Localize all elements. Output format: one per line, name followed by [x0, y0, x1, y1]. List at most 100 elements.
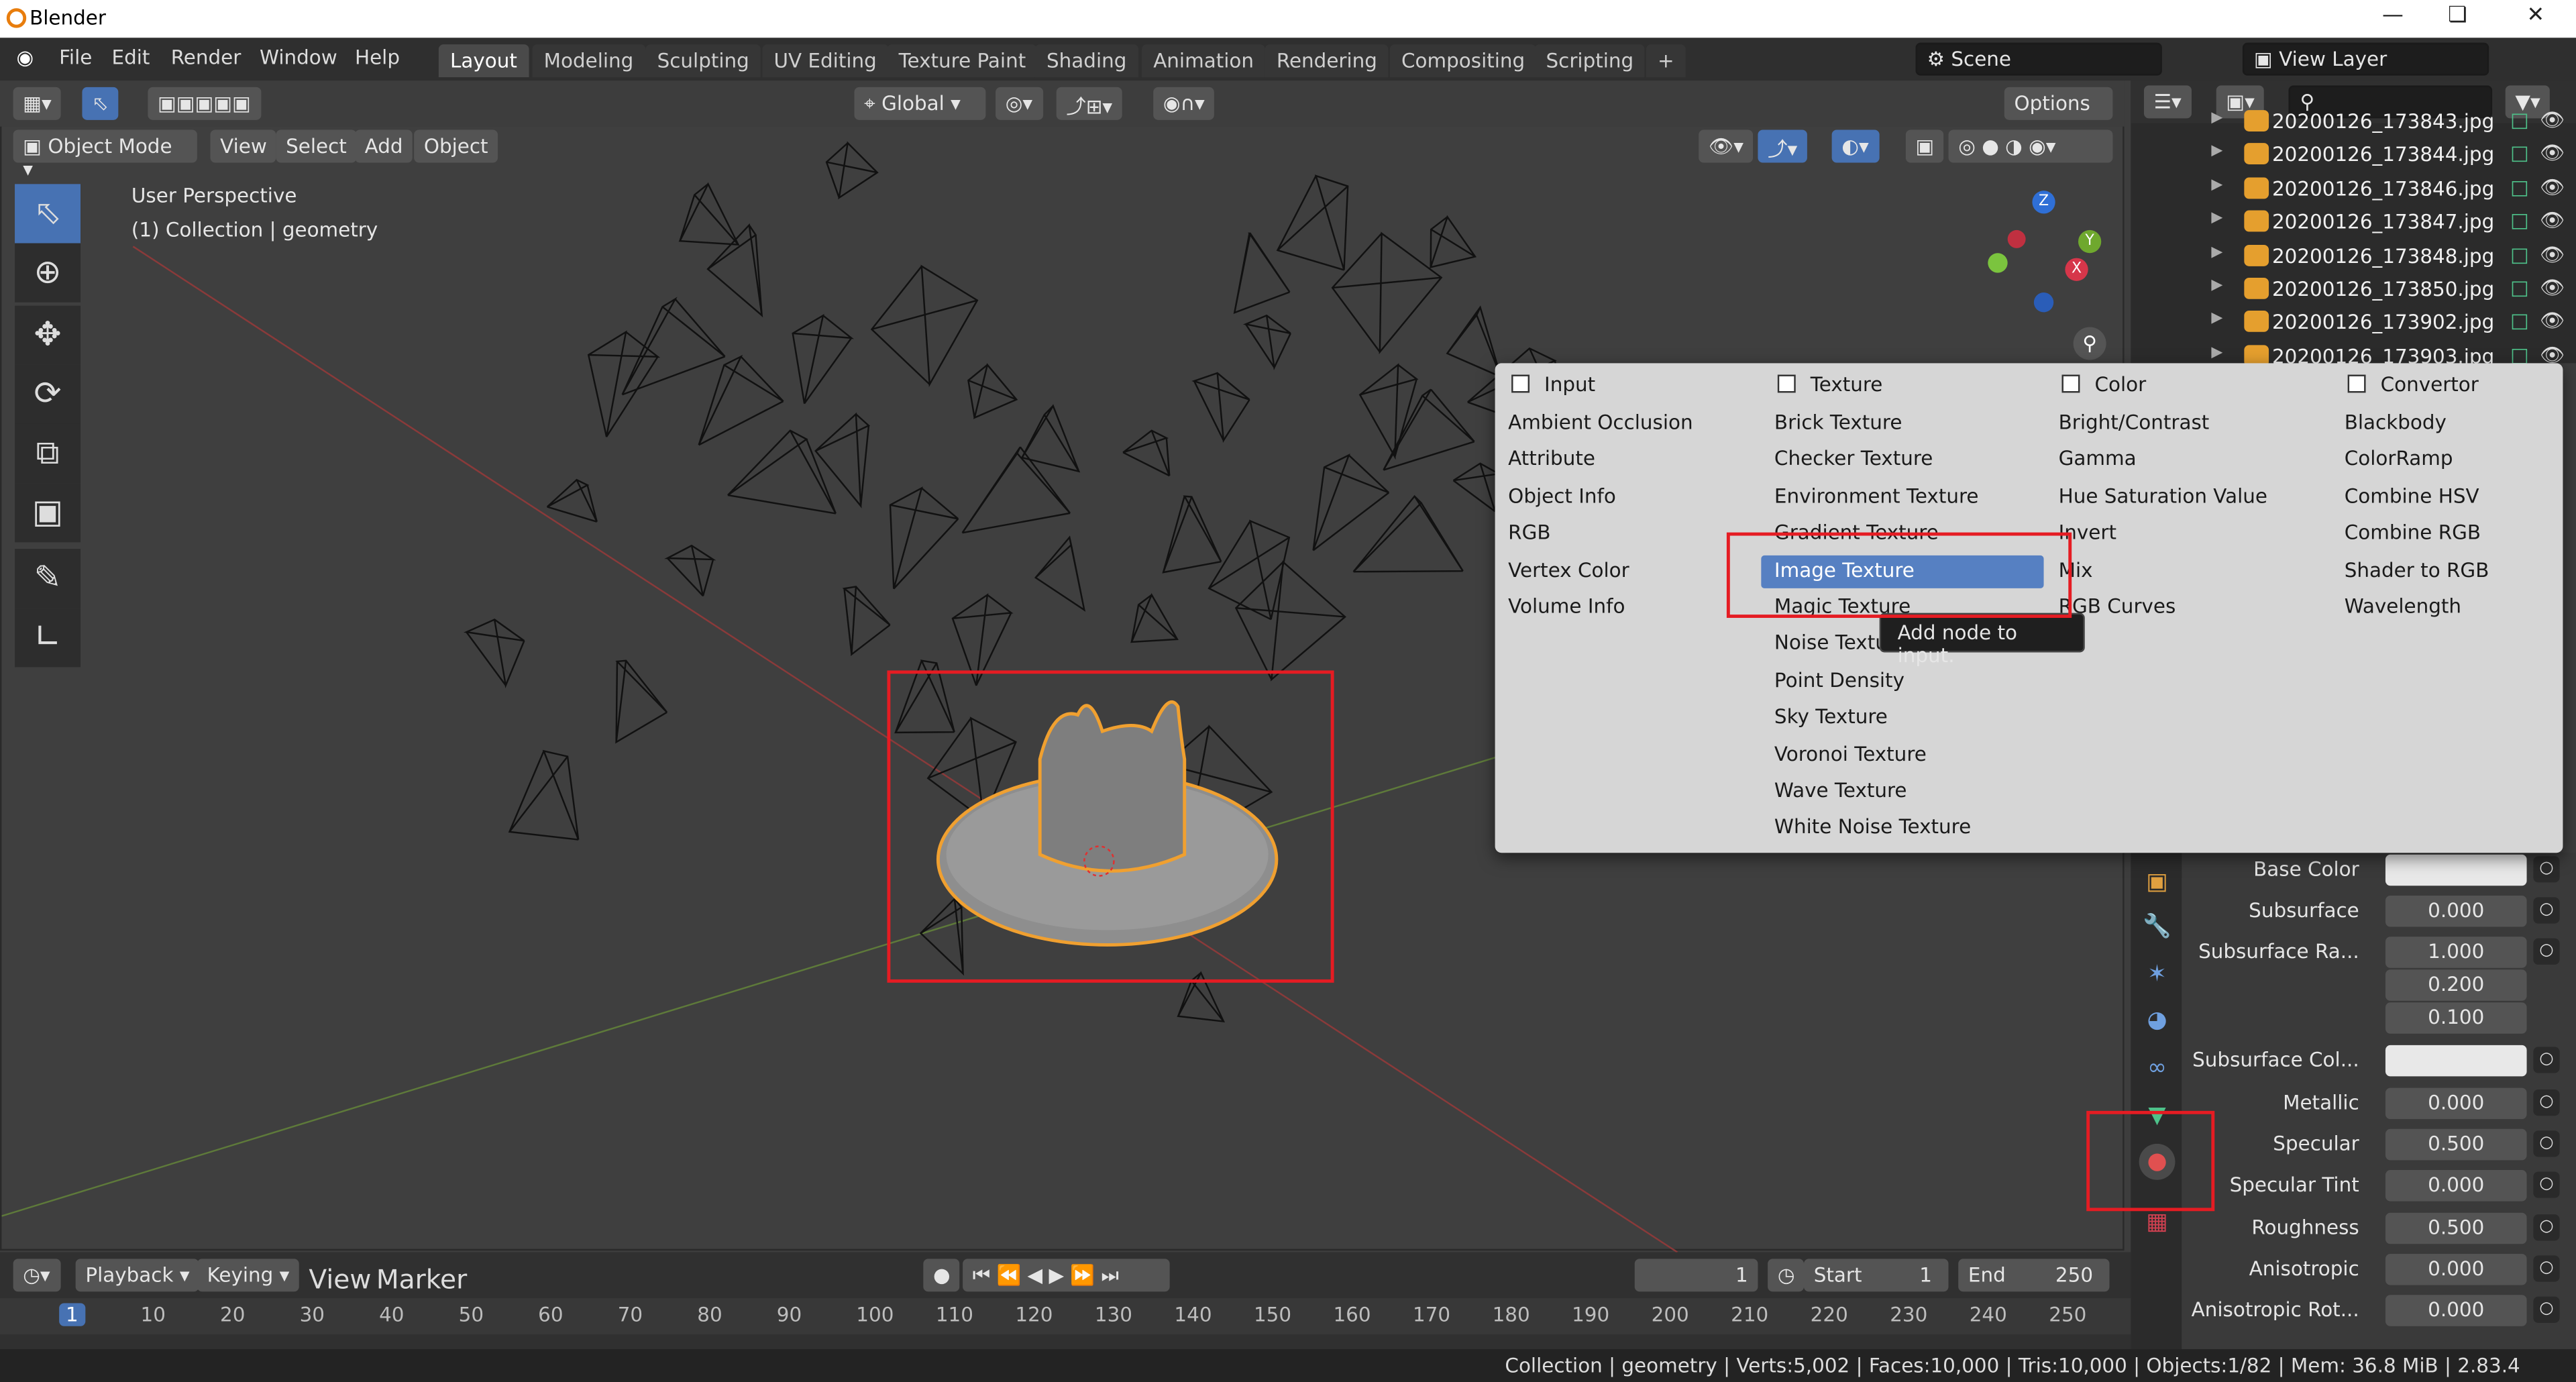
expand-arrow-icon[interactable]: ▶: [2211, 278, 2222, 294]
tab-scripting[interactable]: Scripting: [1534, 44, 1646, 78]
tab-modeling[interactable]: Modeling: [532, 44, 645, 78]
expand-arrow-icon[interactable]: ▶: [2211, 177, 2222, 193]
link-socket-icon[interactable]: ○: [2533, 1130, 2560, 1157]
menu-item[interactable]: Point Density: [1761, 666, 2043, 698]
mode-dropdown[interactable]: ▣ Object Mode ▾: [13, 129, 197, 180]
physics-properties-icon[interactable]: ◕: [2139, 1002, 2176, 1039]
menu-item[interactable]: Attribute: [1495, 444, 1778, 477]
menu-select[interactable]: Select: [276, 129, 357, 163]
end-frame-field[interactable]: End 250: [1958, 1259, 2110, 1292]
expand-arrow-icon[interactable]: ▶: [2211, 144, 2222, 160]
expand-arrow-icon[interactable]: ▶: [2211, 311, 2222, 327]
property-value-field[interactable]: 1.000: [2385, 937, 2527, 968]
link-socket-icon[interactable]: ○: [2533, 938, 2560, 965]
annotate-tool-icon[interactable]: ✎: [15, 549, 81, 608]
property-value-field[interactable]: [2385, 1045, 2527, 1077]
transform-orientation-dropdown[interactable]: ⌖ Global ▾: [854, 87, 986, 120]
link-socket-icon[interactable]: ○: [2533, 1089, 2560, 1116]
visibility-eye-icon[interactable]: 👁: [2540, 243, 2565, 266]
expand-arrow-icon[interactable]: ▶: [2211, 345, 2222, 361]
gizmo-y-axis[interactable]: Y: [2078, 229, 2102, 254]
link-socket-icon[interactable]: ○: [2533, 897, 2560, 924]
outliner-item[interactable]: ▶ 20200126_173844.jpg □ 👁: [2205, 139, 2576, 172]
property-value-field[interactable]: 0.500: [2385, 1212, 2527, 1244]
menu-object[interactable]: Object: [414, 129, 498, 163]
marker-menu[interactable]: Marker: [376, 1264, 467, 1295]
menu-view[interactable]: View: [210, 129, 277, 163]
menu-item[interactable]: Blackbody: [2331, 407, 2576, 440]
property-value-field[interactable]: 0.000: [2385, 1295, 2527, 1326]
options-button[interactable]: Options: [2004, 87, 2113, 120]
menu-add[interactable]: Add: [354, 129, 413, 163]
menu-render[interactable]: Render: [171, 46, 241, 69]
tab-texture-paint[interactable]: Texture Paint: [887, 44, 1038, 78]
close-icon[interactable]: ✕: [2527, 3, 2545, 28]
tab-compositing[interactable]: Compositing: [1389, 44, 1537, 78]
start-frame-field[interactable]: Start 1: [1804, 1259, 1949, 1292]
restore-icon[interactable]: ❏: [2448, 3, 2467, 28]
visibility-eye-icon[interactable]: 👁: [2540, 276, 2565, 299]
overlay-toggle-icon[interactable]: ◐▾: [1831, 129, 1879, 163]
gizmo-neg-y-dot[interactable]: [1988, 253, 2008, 273]
scale-tool-icon[interactable]: ⧉: [15, 423, 81, 484]
editor-type-icon[interactable]: ▦▾: [13, 87, 62, 120]
menu-item[interactable]: Combine HSV: [2331, 481, 2576, 514]
rotate-tool-icon[interactable]: ⟳: [15, 364, 81, 424]
property-value-field[interactable]: [2385, 854, 2527, 886]
gizmo-z-axis[interactable]: Z: [2032, 191, 2055, 214]
link-socket-icon[interactable]: ○: [2533, 1171, 2560, 1198]
select-box-icon[interactable]: ⬁: [82, 87, 119, 120]
gizmo-neg-x-dot[interactable]: [2007, 229, 2026, 248]
scene-selector[interactable]: ⚙ Scene: [1915, 42, 2162, 76]
expand-arrow-icon[interactable]: ▶: [2211, 110, 2222, 126]
property-value-field[interactable]: 0.100: [2385, 1002, 2527, 1034]
outliner-item[interactable]: ▶ 20200126_173902.jpg □ 👁: [2205, 307, 2576, 339]
visibility-eye-icon[interactable]: 👁: [2540, 109, 2565, 131]
link-socket-icon[interactable]: ○: [2533, 1214, 2560, 1241]
transform-tool-icon[interactable]: ▣: [15, 483, 81, 543]
menu-item[interactable]: Gamma: [2045, 444, 2328, 477]
menu-edit[interactable]: Edit: [112, 46, 150, 69]
pivot-icon[interactable]: ◎▾: [996, 87, 1042, 120]
tab-rendering[interactable]: Rendering: [1265, 44, 1389, 78]
visibility-eye-icon[interactable]: 👁: [2540, 309, 2565, 332]
link-socket-icon[interactable]: ○: [2533, 856, 2560, 883]
menu-help[interactable]: Help: [355, 46, 400, 69]
gizmo-toggle-icon[interactable]: ⤴▾: [1758, 129, 1807, 163]
menu-item[interactable]: Ambient Occlusion: [1495, 407, 1778, 440]
shading-modes-icons[interactable]: ◎ ● ◑ ◉▾: [1948, 129, 2113, 163]
outliner-item[interactable]: ▶ 20200126_173846.jpg □ 👁: [2205, 172, 2576, 205]
outliner-item[interactable]: ▶ 20200126_173848.jpg □ 👁: [2205, 240, 2576, 272]
playback-menu[interactable]: Playback ▾: [75, 1259, 200, 1292]
blender-menu-icon[interactable]: ◉: [16, 46, 34, 69]
menu-item[interactable]: Combine RGB: [2331, 518, 2576, 551]
link-socket-icon[interactable]: ○: [2533, 1047, 2560, 1073]
tab-sculpting[interactable]: Sculpting: [645, 44, 761, 78]
gizmo-x-axis[interactable]: X: [2065, 258, 2088, 281]
menu-item[interactable]: Mix: [2045, 555, 2328, 588]
menu-item[interactable]: Invert: [2045, 518, 2328, 551]
move-tool-icon[interactable]: ✥: [15, 305, 81, 365]
timeline-view-menu[interactable]: View: [309, 1264, 371, 1295]
tab-shading[interactable]: Shading: [1034, 44, 1138, 78]
menu-item[interactable]: ColorRamp: [2331, 444, 2576, 477]
menu-item[interactable]: Brick Texture: [1761, 407, 2043, 440]
property-value-field[interactable]: 0.000: [2385, 895, 2527, 927]
menu-item[interactable]: White Noise Texture: [1761, 812, 2043, 845]
visibility-eye-icon[interactable]: 👁: [2540, 209, 2565, 232]
menu-item[interactable]: Hue Saturation Value: [2045, 481, 2328, 514]
select-mode-icons[interactable]: ▣▣▣▣▣: [148, 87, 261, 120]
visibility-eye-icon[interactable]: 👁: [2540, 176, 2565, 199]
gizmo-neg-z-dot[interactable]: [2033, 293, 2054, 313]
menu-item[interactable]: Wavelength: [2331, 592, 2576, 625]
menu-file[interactable]: File: [59, 46, 92, 69]
menu-item[interactable]: Voronoi Texture: [1761, 739, 2043, 772]
xray-icon[interactable]: ▣: [1905, 129, 1945, 163]
proportional-edit-icon[interactable]: ◉∩▾: [1153, 87, 1215, 120]
expand-arrow-icon[interactable]: ▶: [2211, 211, 2222, 227]
menu-item[interactable]: Environment Texture: [1761, 481, 2043, 514]
outliner-item[interactable]: ▶ 20200126_173847.jpg □ 👁: [2205, 206, 2576, 239]
tab-layout[interactable]: Layout: [438, 44, 529, 78]
menu-window[interactable]: Window: [260, 46, 337, 69]
expand-arrow-icon[interactable]: ▶: [2211, 244, 2222, 260]
